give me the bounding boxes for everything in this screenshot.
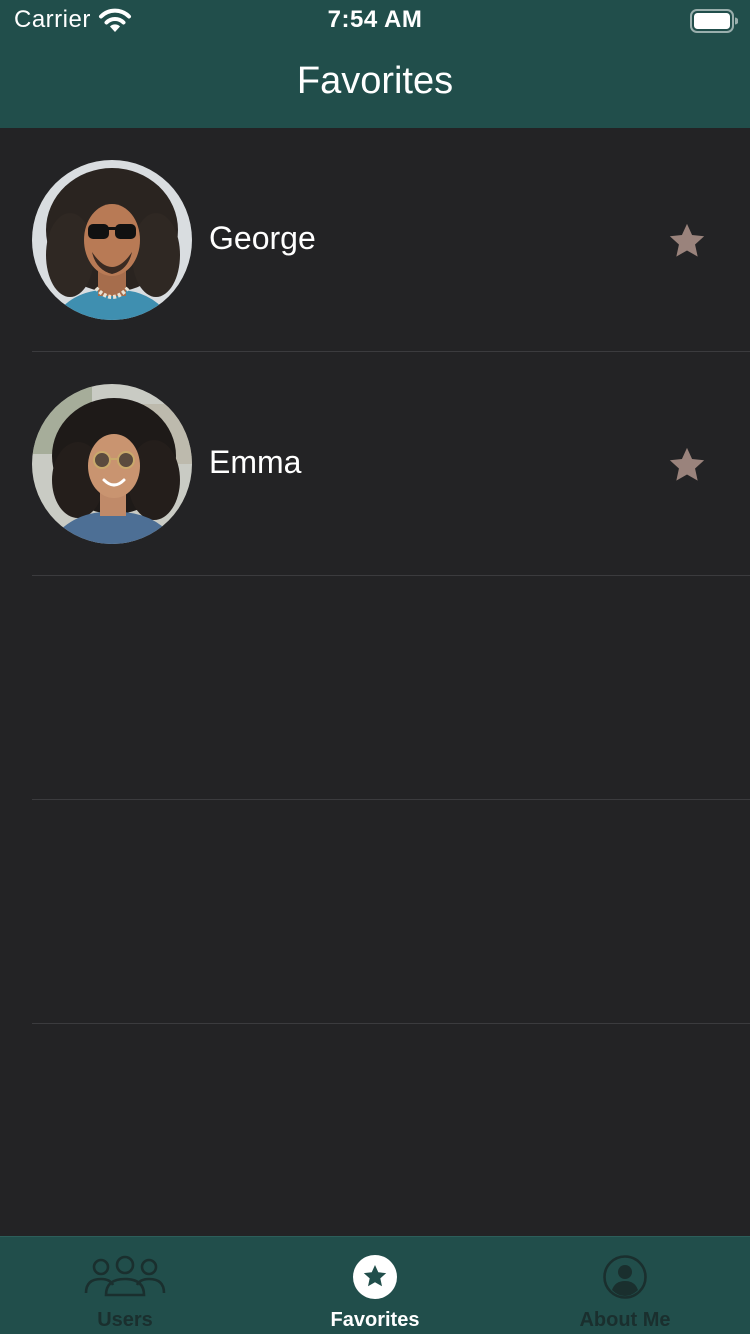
tab-label: Users [97,1309,153,1331]
status-time: 7:54 AM [327,6,423,33]
person-circle-icon [603,1255,647,1304]
tab-label: Favorites [330,1309,420,1331]
header: Carrier 7:54 AM Favorites [0,0,750,128]
user-name: George [209,220,316,256]
tab-bar: Users Favorites About Me [0,1236,750,1334]
star-circle-icon [353,1255,397,1304]
avatar [32,384,192,544]
favorites-list: George Emma [0,128,750,1024]
tab-favorites[interactable]: Favorites [250,1237,500,1334]
avatar [32,160,192,320]
user-name: Emma [209,444,302,480]
tab-label: About Me [579,1309,671,1331]
row-divider [32,1023,750,1024]
page-title: Favorites [296,60,454,102]
favorites-screen: Carrier 7:54 AM Favorites George Emma Us… [0,0,750,1334]
users-icon [84,1255,166,1304]
tab-about-me[interactable]: About Me [500,1237,750,1334]
battery-icon [690,9,739,33]
star-icon[interactable] [666,444,708,486]
star-icon[interactable] [666,220,708,262]
status-bar: Carrier 7:54 AM [0,0,750,42]
empty-row [0,576,750,800]
list-item[interactable]: George [0,128,750,352]
empty-row [0,800,750,1024]
list-item[interactable]: Emma [0,352,750,576]
tab-users[interactable]: Users [0,1237,250,1334]
